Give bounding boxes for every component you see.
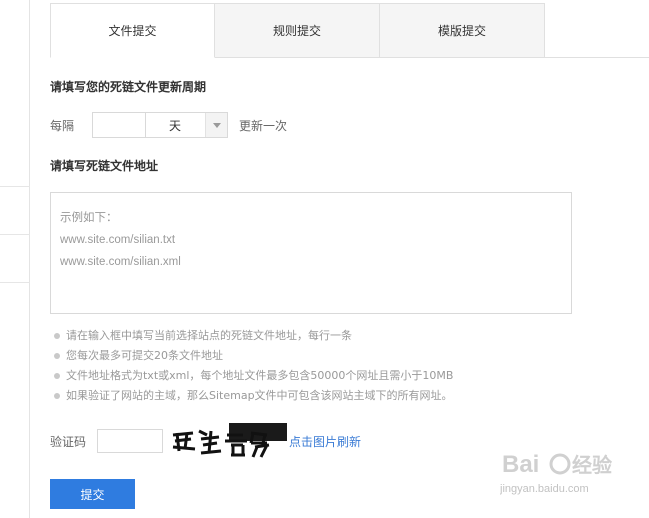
tab-file-submit[interactable]: 文件提交 — [50, 3, 215, 58]
captcha-row: 验证码 点击图片刷新 — [50, 423, 361, 459]
period-unit-value: 天 — [169, 118, 182, 133]
submission-tabs: 文件提交 规则提交 模版提交 — [50, 3, 545, 58]
captcha-input[interactable] — [97, 429, 164, 453]
placeholder-line: 示例如下： — [60, 212, 118, 224]
tip-item: 您每次最多可提交20条文件地址 — [54, 346, 453, 366]
left-sidebar-edge — [0, 0, 30, 518]
period-section-title: 请填写您的死链文件更新周期 — [50, 80, 207, 94]
tip-item: 文件地址格式为txt或xml，每个地址文件最多包含50000个网址且需小于10M… — [54, 366, 453, 386]
baidu-jingyan-watermark-logo: Bai 经验 jingyan.baidu.com — [499, 451, 612, 495]
captcha-graphic — [167, 423, 288, 459]
chevron-down-icon[interactable] — [205, 113, 228, 137]
captcha-image[interactable] — [167, 423, 288, 459]
period-row: 每隔 天 更新一次 — [50, 112, 287, 138]
sidebar-divider — [0, 186, 30, 187]
svg-text:jingyan.baidu.com: jingyan.baidu.com — [500, 483, 589, 495]
captcha-refresh-link[interactable]: 点击图片刷新 — [289, 433, 361, 450]
tip-item: 请在输入框中填写当前选择站点的死链文件地址，每行一条 — [54, 326, 453, 346]
tip-item: 如果验证了网站的主域，那么Sitemap文件中可包含该网站主域下的所有网址。 — [54, 386, 453, 406]
placeholder-line: www.site.com/silian.txt — [60, 234, 176, 246]
sidebar-divider — [0, 234, 30, 235]
sidebar-divider — [0, 282, 30, 283]
period-suffix-label: 更新一次 — [239, 118, 288, 133]
submit-button[interactable]: 提交 — [50, 479, 135, 509]
svg-text:经验: 经验 — [572, 453, 612, 477]
placeholder-line: www.site.com/silian.xml — [60, 256, 181, 268]
tab-template-submit[interactable]: 模版提交 — [380, 3, 545, 58]
dead-link-address-textarea[interactable]: 示例如下： www.site.com/silian.txt www.site.c… — [50, 192, 572, 314]
period-unit-select[interactable]: 天 — [146, 112, 229, 138]
period-prefix-label: 每隔 — [50, 118, 75, 133]
period-number-input[interactable] — [92, 112, 147, 138]
tips-list: 请在输入框中填写当前选择站点的死链文件地址，每行一条 您每次最多可提交20条文件… — [54, 326, 453, 406]
tabs-underline — [545, 57, 649, 58]
captcha-label: 验证码 — [50, 434, 87, 449]
svg-text:Bai: Bai — [502, 451, 539, 478]
watermark: Bai 经验 jingyan.baidu.com — [499, 440, 640, 500]
address-section-title: 请填写死链文件地址 — [50, 159, 159, 173]
tab-rule-submit[interactable]: 规则提交 — [215, 3, 380, 58]
